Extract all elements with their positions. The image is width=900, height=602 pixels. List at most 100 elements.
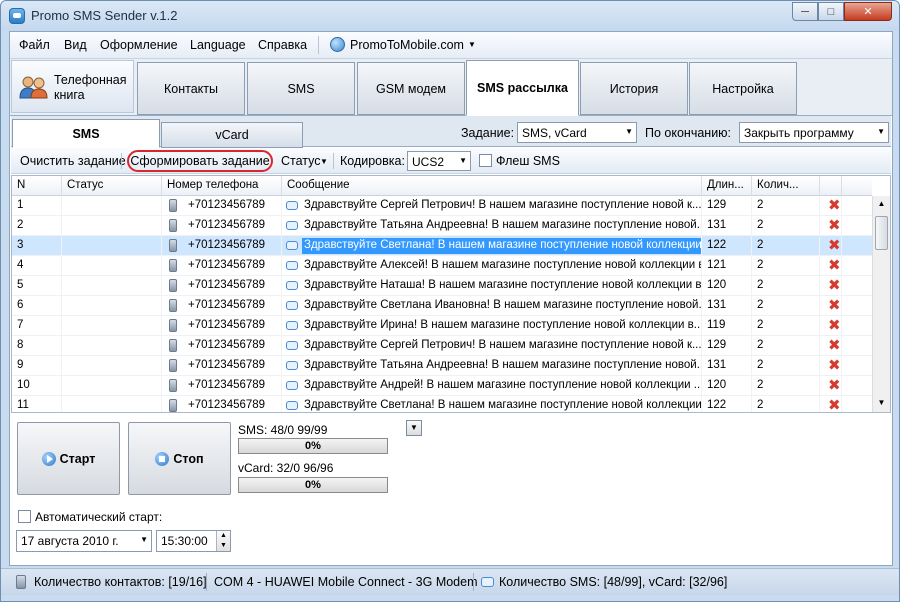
scroll-thumb[interactable] [875, 216, 888, 250]
time-spinner[interactable]: ▲ ▼ [216, 531, 230, 551]
message-cell: Здравствуйте Андрей! В нашем магазине по… [282, 376, 702, 396]
table-row[interactable]: 6 +70123456789 Здравствуйте Светлана Ивано… [12, 296, 872, 316]
task-select[interactable]: SMS, vCard ▼ [517, 122, 637, 143]
subtab-vcard[interactable]: vCard [161, 122, 303, 148]
phone-icon [169, 399, 177, 412]
table-row[interactable]: 9 +70123456789 Здравствуйте Татьяна Андрее… [12, 356, 872, 376]
count-cell: 2 [752, 376, 820, 396]
start-button[interactable]: Старт [17, 422, 120, 495]
length-cell: 122 [702, 236, 752, 256]
menu-language[interactable]: Language [190, 38, 246, 52]
menu-design[interactable]: Оформление [100, 38, 178, 52]
count-cell: 2 [752, 316, 820, 336]
table-row[interactable]: 7 +70123456789 Здравствуйте Ирина! В нашем… [12, 316, 872, 336]
header-message[interactable]: Сообщение [282, 176, 702, 196]
message-text: Здравствуйте Ирина! В нашем магазине пос… [304, 319, 702, 331]
n-text: 10 [17, 379, 30, 391]
delete-icon[interactable]: ✖ [828, 358, 841, 374]
encoding-select[interactable]: UCS2 ▼ [407, 151, 471, 171]
vertical-scrollbar[interactable]: ▲ ▼ [872, 196, 890, 412]
client-area: Файл Вид Оформление Language Справка Pro… [9, 31, 893, 566]
header-n[interactable]: N [12, 176, 62, 196]
chevron-down-icon: ▼ [459, 156, 467, 165]
header-count[interactable]: Колич... [752, 176, 820, 196]
delete-icon[interactable]: ✖ [828, 378, 841, 394]
tab-sms-mailing[interactable]: SMS рассылка [466, 60, 579, 116]
status-menu-button[interactable]: Статус [281, 154, 321, 168]
maximize-button[interactable]: □ [818, 2, 844, 21]
count-cell: 2 [752, 236, 820, 256]
n-text: 2 [17, 219, 24, 231]
delete-icon[interactable]: ✖ [828, 338, 841, 354]
table-row[interactable]: 1 +70123456789 Здравствуйте Сергей Петрови… [12, 196, 872, 216]
delete-icon[interactable]: ✖ [828, 258, 841, 274]
message-icon [286, 221, 298, 230]
delete-icon[interactable]: ✖ [828, 318, 841, 334]
flash-sms-checkbox[interactable] [479, 154, 492, 167]
table-row[interactable]: 2 +70123456789 Здравствуйте Татьяна Андрее… [12, 216, 872, 236]
scroll-up-icon[interactable]: ▲ [873, 196, 890, 212]
count-cell: 2 [752, 396, 820, 412]
form-task-button[interactable]: Сформировать задание [127, 150, 273, 172]
close-button[interactable]: ✕ [844, 2, 892, 21]
chevron-down-icon[interactable]: ▼ [320, 157, 328, 166]
message-icon [286, 201, 298, 210]
tab-sms[interactable]: SMS [247, 62, 355, 115]
delete-cell: ✖ [820, 256, 842, 276]
menu-file[interactable]: Файл [19, 38, 50, 52]
phone-icon [169, 279, 177, 292]
stop-button[interactable]: Стоп [128, 422, 231, 495]
auto-start-checkbox[interactable] [18, 510, 31, 523]
header-status[interactable]: Статус [62, 176, 162, 196]
title-bar[interactable]: Promo SMS Sender v.1.2 ─ □ ✕ [1, 1, 899, 31]
menu-help[interactable]: Справка [258, 38, 307, 52]
n-cell: 5 [12, 276, 62, 296]
phone-icon [169, 359, 177, 372]
delete-icon[interactable]: ✖ [828, 298, 841, 314]
n-cell: 8 [12, 336, 62, 356]
table-row[interactable]: 4 +70123456789 Здравствуйте Алексей! В наш… [12, 256, 872, 276]
count-text: 2 [757, 379, 764, 391]
tab-settings[interactable]: Настройка [689, 62, 797, 115]
n-cell: 11 [12, 396, 62, 412]
table-row[interactable]: 3 +70123456789 Здравствуйте Светлана! В на… [12, 236, 872, 256]
clear-task-button[interactable]: Очистить задание [20, 154, 126, 168]
n-text: 3 [17, 239, 24, 251]
start-date-picker[interactable]: 17 августа 2010 г. ▼ [16, 530, 152, 552]
delete-icon[interactable]: ✖ [828, 238, 841, 254]
on-end-select[interactable]: Закрыть программу ▼ [739, 122, 889, 143]
tab-contacts[interactable]: Контакты [137, 62, 245, 115]
length-text: 122 [707, 239, 727, 251]
delete-icon[interactable]: ✖ [828, 398, 841, 413]
start-time-field[interactable]: 15:30:00 ▲ ▼ [156, 530, 231, 552]
phone-cell: +70123456789 [162, 316, 282, 336]
chevron-down-icon[interactable]: ▼ [406, 420, 422, 436]
n-cell: 3 [12, 236, 62, 256]
delete-icon[interactable]: ✖ [828, 198, 841, 214]
subtab-sms[interactable]: SMS [12, 119, 160, 148]
phone-icon [169, 379, 177, 392]
toolbar-separator [333, 153, 334, 169]
minimize-button[interactable]: ─ [792, 2, 818, 21]
menu-view[interactable]: Вид [64, 38, 87, 52]
tab-history[interactable]: История [580, 62, 688, 115]
length-text: 121 [707, 259, 727, 271]
tab-gsm-modem[interactable]: GSM модем [357, 62, 465, 115]
header-length[interactable]: Длин... [702, 176, 752, 196]
start-date-value: 17 августа 2010 г. [21, 534, 119, 548]
status-sms-count: Количество SMS: [48/99], vCard: [32/96] [499, 575, 728, 589]
menu-promo-link[interactable]: PromoToMobile.com [350, 38, 464, 52]
length-cell: 131 [702, 356, 752, 376]
table-row[interactable]: 10 +70123456789 Здравствуйте Андрей! В наш… [12, 376, 872, 396]
table-row[interactable]: 5 +70123456789 Здравствуйте Наташа! В наше… [12, 276, 872, 296]
delete-icon[interactable]: ✖ [828, 218, 841, 234]
table-row[interactable]: 11 +70123456789 Здравствуйте Светлана! В н… [12, 396, 872, 413]
delete-icon[interactable]: ✖ [828, 278, 841, 294]
message-icon [286, 241, 298, 250]
header-phone[interactable]: Номер телефона [162, 176, 282, 196]
chevron-down-icon[interactable]: ▼ [468, 40, 476, 49]
scroll-down-icon[interactable]: ▼ [873, 395, 890, 411]
table-row[interactable]: 8 +70123456789 Здравствуйте Сергей Петрови… [12, 336, 872, 356]
phonebook-button[interactable]: Телефонная книга [11, 60, 134, 113]
length-cell: 129 [702, 196, 752, 216]
